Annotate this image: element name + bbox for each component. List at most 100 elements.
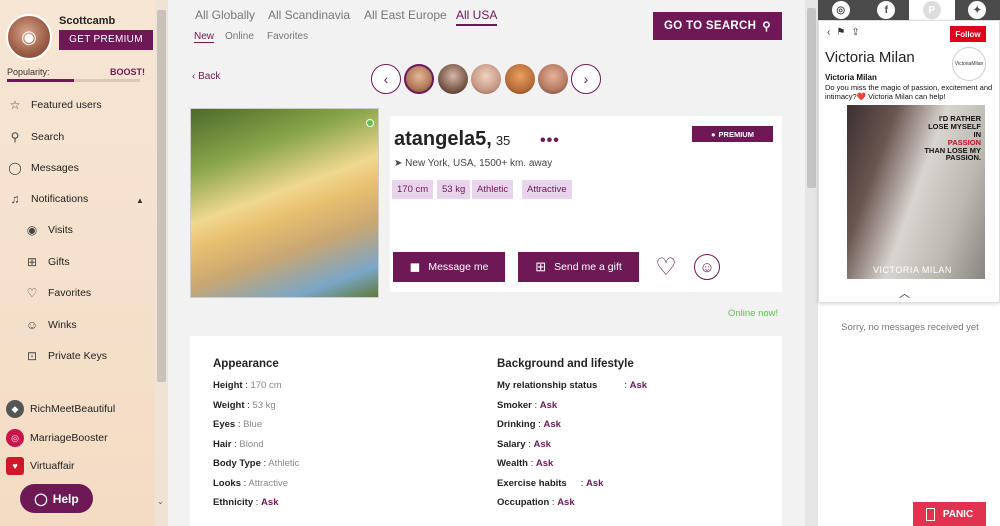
help-button[interactable]: ◯ Help [20, 484, 93, 513]
ask-link[interactable]: Ask [261, 497, 278, 508]
background-row: Occupation : Ask [497, 497, 575, 508]
scroll-down-icon[interactable]: ⌄ [157, 497, 164, 506]
profile-username: atangela5, [394, 128, 492, 150]
facebook-icon: f [877, 1, 896, 19]
location-arrow-icon: ➤ [394, 158, 403, 169]
ad-tagline-line: I'D RATHER LOSE MYSELF IN [928, 114, 981, 139]
favorite-heart-icon[interactable]: ♡ [653, 254, 679, 281]
user-avatar[interactable]: ◉ [6, 14, 52, 60]
chat-bubble-icon: ● [711, 129, 716, 139]
caret-up-icon[interactable]: ▲ [136, 196, 144, 205]
nav-label: Search [31, 131, 65, 143]
user-thumbnail[interactable] [471, 64, 501, 94]
nav-winks[interactable]: ☺ Winks [24, 316, 77, 334]
get-premium-button[interactable]: GET PREMIUM [59, 30, 153, 50]
subtab-new[interactable]: New [194, 31, 215, 43]
link-richmeetbeautiful[interactable]: ◆ RichMeetBeautiful [6, 400, 115, 418]
flag-icon[interactable]: ⚑ [836, 27, 851, 38]
user-thumbnail[interactable] [438, 64, 468, 94]
background-row: Drinking : Ask [497, 419, 561, 430]
send-gift-button[interactable]: ⊞ Send me a gift [518, 252, 639, 282]
chevron-up-icon[interactable]: ︿ [899, 285, 910, 301]
ad-account-name: Victoria Milan [825, 73, 877, 82]
scrollbar-thumb[interactable] [807, 8, 816, 188]
main-content: All Globally All Scandinavia All East Eu… [168, 0, 805, 526]
background-row: Smoker : Ask [497, 400, 558, 411]
ad-tagline-line: THAN LOSE MY PASSION. [924, 145, 981, 163]
tag-height: 170 cm [392, 180, 434, 199]
user-thumbnail[interactable] [538, 64, 568, 94]
share-icon[interactable]: ⇪ [851, 27, 865, 38]
link-virtuaffair[interactable]: ♥ Virtuaffair [6, 457, 75, 475]
boost-button[interactable]: BOOST! [110, 67, 145, 77]
nav-featured-users[interactable]: ☆ Featured users [7, 96, 102, 114]
ask-link[interactable]: Ask [630, 380, 647, 391]
nav-private-keys[interactable]: ⊡ Private Keys [24, 347, 107, 365]
pinterest-icon: P [922, 1, 941, 19]
popularity-label: Popularity: [7, 67, 50, 77]
nav-label: Visits [48, 224, 73, 236]
background-row: Exercise habits: Ask [497, 478, 604, 489]
back-link[interactable]: ‹ Back [192, 71, 220, 82]
ask-link[interactable]: Ask [540, 400, 557, 411]
user-thumbnail[interactable] [404, 64, 434, 94]
next-users-button[interactable]: › [571, 64, 601, 94]
chat-icon: ◯ [8, 161, 22, 175]
nav-label: Winks [48, 319, 77, 331]
tab-all-scandinavia[interactable]: All Scandinavia [268, 8, 350, 22]
social-twitter[interactable]: ✦ [955, 0, 1000, 20]
chevron-left-icon[interactable]: ‹ [827, 27, 836, 38]
ask-link[interactable]: Ask [536, 458, 553, 469]
subtab-online[interactable]: Online [225, 31, 254, 42]
nav-label: Favorites [48, 287, 92, 299]
profile-location: ➤ New York, USA, 1500+ km. away [394, 158, 552, 169]
ask-link[interactable]: Ask [533, 439, 550, 450]
prev-users-button[interactable]: ‹ [371, 64, 401, 94]
right-panel: ◎ f P ✦ ‹⚑⇪ Follow Victoria Milan Victor… [818, 0, 1000, 526]
tab-all-usa[interactable]: All USA [456, 8, 498, 26]
social-instagram[interactable]: ◎ [818, 0, 864, 20]
tab-all-globally[interactable]: All Globally [195, 8, 255, 22]
background-title: Background and lifestyle [497, 358, 634, 370]
profile-info: atangela5, 35 ••• ● PREMIUM ➤ New York, U… [390, 116, 782, 292]
panic-button[interactable]: PANIC [913, 502, 986, 526]
user-thumbnail[interactable] [505, 64, 535, 94]
chevron-left-icon: ‹ [192, 71, 196, 82]
nav-favorites[interactable]: ♡ Favorites [24, 284, 92, 302]
background-row: Salary : Ask [497, 439, 551, 450]
ad-image[interactable]: I'D RATHER LOSE MYSELF IN PASSION THAN L… [847, 105, 985, 279]
sidebar-scrollbar[interactable]: ⌄ [155, 0, 168, 526]
main-scrollbar[interactable] [805, 0, 818, 526]
ask-link[interactable]: Ask [557, 497, 574, 508]
tab-all-east-europe[interactable]: All East Europe [364, 8, 447, 22]
social-pinterest[interactable]: P [909, 0, 955, 20]
panic-label: PANIC [942, 508, 974, 520]
gift-icon: ⊞ [535, 259, 547, 274]
diamond-icon: ◆ [6, 400, 24, 418]
profile-photo[interactable] [190, 108, 379, 298]
link-marriagebooster[interactable]: ◎ MarriageBooster [6, 429, 108, 447]
nav-gifts[interactable]: ⊞ Gifts [24, 253, 70, 271]
nav-search[interactable]: ⚲ Search [7, 128, 65, 146]
nav-messages[interactable]: ◯ Messages [7, 159, 79, 177]
more-options-icon[interactable]: ••• [540, 132, 560, 150]
social-facebook[interactable]: f [864, 0, 910, 20]
nav-notifications[interactable]: ♫ Notifications [7, 190, 89, 208]
message-me-button[interactable]: ◼ Message me [393, 252, 505, 282]
scrollbar-thumb[interactable] [157, 10, 166, 382]
ask-link[interactable]: Ask [543, 419, 560, 430]
username[interactable]: Scottcamb [59, 15, 115, 27]
appearance-row: Hair : Blond [213, 439, 264, 450]
online-indicator [366, 119, 374, 127]
tag-looks: Attractive [522, 180, 572, 199]
nav-visits[interactable]: ◉ Visits [24, 221, 73, 239]
follow-button[interactable]: Follow [950, 26, 986, 42]
ad-widget[interactable]: ‹⚑⇪ Follow Victoria Milan VictoriaMilan … [818, 20, 1000, 303]
ask-link[interactable]: Ask [586, 478, 603, 489]
go-to-search-button[interactable]: GO TO SEARCH ⚲ [653, 12, 782, 40]
appearance-row: Eyes : Blue [213, 419, 263, 430]
no-messages-text: Sorry, no messages received yet [841, 322, 979, 333]
heart-icon: ♡ [26, 286, 38, 300]
wink-smiley-icon[interactable]: ☺ [694, 254, 720, 280]
subtab-favorites[interactable]: Favorites [267, 31, 308, 42]
